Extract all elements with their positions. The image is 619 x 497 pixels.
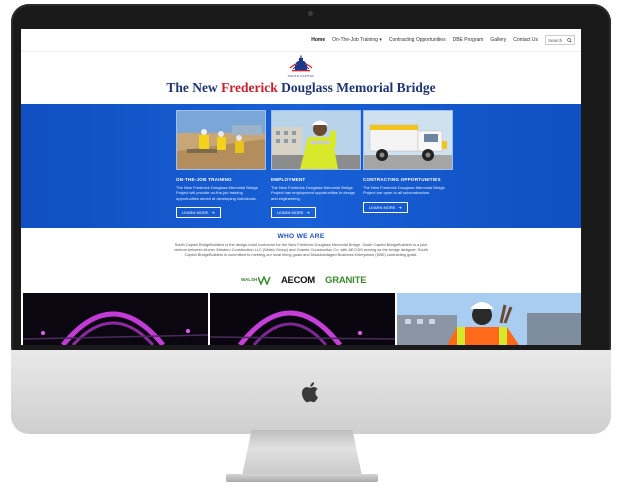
website-screen: Home On-The-Job Training ▾ Contracting O…	[21, 29, 581, 345]
card-contracting-opportunities: CONTRACTING OPPORTUNITIES The New Freder…	[363, 110, 453, 214]
partner-logos: WALSH AECOM GRANITE	[241, 275, 371, 287]
card-description: The New Frederick Douglass Memorial Brid…	[363, 185, 445, 196]
nav-home[interactable]: Home	[311, 37, 325, 43]
nav-gallery[interactable]: Gallery	[490, 37, 506, 43]
apple-logo-icon	[301, 382, 318, 403]
nav-dbe-program[interactable]: DBE Program	[453, 37, 484, 43]
card-title: ON-THE-JOB TRAINING	[176, 177, 232, 182]
monitor-stand-base	[226, 474, 378, 482]
search-icon[interactable]	[567, 37, 572, 43]
page-title: The New Frederick Douglass Memorial Brid…	[166, 80, 436, 95]
card-description: The New Frederick Douglass Memorial Brid…	[271, 185, 356, 201]
card-title: CONTRACTING OPPORTUNITIES	[363, 177, 441, 182]
nav-on-the-job-training[interactable]: On-The-Job Training ▾	[332, 37, 382, 43]
contracting-photo	[363, 110, 453, 170]
card-title: EMPLOYMENT	[271, 177, 306, 182]
training-photo	[176, 110, 266, 170]
gallery-image-bridge-night-2	[210, 293, 395, 345]
walsh-logo: WALSH	[241, 277, 258, 282]
arrow-right-icon: ➔	[211, 210, 215, 216]
search-placeholder: Search	[548, 37, 563, 43]
search-input[interactable]: Search	[545, 35, 575, 45]
chevron-down-icon: ▾	[379, 37, 382, 43]
section-text: South Capitol BridgeBuilders is the desi…	[174, 242, 428, 258]
nav-contracting-opportunities[interactable]: Contracting Opportunities	[389, 37, 446, 43]
camera-icon	[308, 11, 313, 16]
aecom-logo: AECOM	[281, 275, 315, 286]
learn-more-button[interactable]: LEARN MORE ➔	[363, 201, 408, 213]
gallery-image-bridge-night-1	[23, 293, 208, 345]
learn-more-button[interactable]: LEARN MORE ➔	[176, 207, 221, 219]
arrow-right-icon: ➔	[306, 210, 310, 216]
employment-photo	[271, 110, 361, 170]
learn-more-button[interactable]: LEARN MORE ➔	[271, 207, 316, 219]
monitor-stand	[242, 430, 362, 476]
logo-text: SOUTH CAPITOL	[287, 74, 315, 78]
granite-logo: GRANITE	[325, 275, 367, 286]
card-description: The New Frederick Douglass Memorial Brid…	[176, 185, 258, 201]
gallery-image-worker	[397, 293, 581, 345]
monitor-chin	[11, 350, 611, 434]
nav-contact-us[interactable]: Contact Us	[513, 37, 538, 43]
card-employment: EMPLOYMENT The New Frederick Douglass Me…	[271, 110, 361, 219]
walsh-mark-icon	[258, 276, 271, 285]
arrow-right-icon: ➔	[398, 204, 402, 210]
top-navigation: Home On-The-Job Training ▾ Contracting O…	[21, 29, 581, 52]
section-title: WHO WE ARE	[277, 233, 325, 240]
card-on-the-job-training: ON-THE-JOB TRAINING The New Frederick Do…	[176, 110, 266, 219]
